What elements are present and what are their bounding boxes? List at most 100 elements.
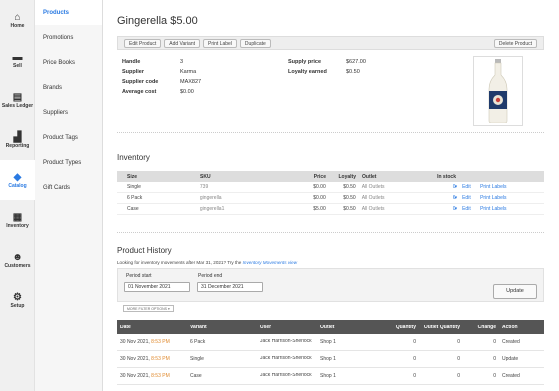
history-date-text: 30 Nov 2021, [120,356,150,362]
inventory-cell-sku: gingerella [199,195,222,201]
inventory-col-header[interactable]: SKU [197,174,293,180]
history-note: Looking for inventory movements after Ma… [117,260,297,265]
inventory-cell-print[interactable]: Print Labels [477,206,544,212]
history-table-header: Date Variant User Outlet Quantity Outlet Quan… [117,320,544,334]
history-cell-action: Created [499,373,544,379]
history-cell-user: Jack Harrison-Sherlock [257,339,317,345]
inventory-cell-outlet: All Outlets [361,206,385,212]
inventory-col-header[interactable]: In stock [419,174,459,180]
inventory-cell-stock[interactable]: 6 [419,195,459,201]
inventory-cell-print[interactable]: Print Labels [477,184,544,190]
history-col-header[interactable]: Quantity [383,325,419,330]
rail-item-inventory[interactable]: ▦ Inventory [0,200,35,240]
history-col-header[interactable]: User [257,325,317,330]
inventory-table: Size SKU Price Loyalty Outlet In stock Single… [117,171,544,215]
duplicate-button[interactable]: Duplicate [239,38,271,48]
catalog-icon: ◆ [13,171,22,183]
subnav-item-promotions[interactable]: Promotions [35,25,102,50]
subnav-item-product-tags[interactable]: Product Tags [35,125,102,150]
rail-item-setup[interactable]: ⚙ Setup [0,280,35,320]
history-action-text: Created [502,373,520,379]
detail-label: Loyalty earned [288,69,327,75]
update-button[interactable]: Update [493,284,537,299]
history-time-text: 8:53 PM [151,356,170,362]
chevron-down-icon[interactable]: ▾ [455,206,458,212]
history-filter-panel: Period start 01 November 2021 Period end… [117,268,544,302]
print-label-button[interactable]: Print Label [203,38,237,48]
detail-value: $627.00 [346,59,366,65]
period-end-label: Period end [198,273,223,279]
inventory-cell-loyalty: $0.50 [343,195,356,201]
setup-icon: ⚙ [13,291,22,303]
history-table: Date Variant User Outlet Quantity Outlet Quan… [117,320,544,385]
history-cell-action: Update [499,356,544,362]
subnav-item-gift-cards[interactable]: Gift Cards [35,175,102,200]
history-col-header[interactable]: Change [463,325,499,330]
subnav-item-price-books[interactable]: Price Books [35,50,102,75]
history-variant-text: Case [190,373,202,379]
primary-nav-rail: ⌂ Home ▬ Sell ▤ Sales Ledger ▟ Reporting ◆ Catalo… [0,0,35,391]
history-col-header[interactable]: Date [117,325,187,330]
detail-label: Handle [122,59,141,65]
history-cell-outlet: Shop 1 [317,373,383,379]
chevron-down-icon[interactable]: ▾ [455,184,458,190]
inventory-cell-edit[interactable]: Edit [459,195,477,201]
inventory-cell-outlet: All Outlets [361,195,385,201]
sales-ledger-icon: ▤ [12,91,23,103]
product-detail-main: Gingerella $5.00 Edit Product Add Varian… [103,0,559,391]
subnav-item-products[interactable]: Products [35,0,102,25]
inventory-col-header[interactable]: Loyalty [329,174,359,180]
detail-value: $0.50 [346,69,360,75]
history-cell-user: Jack Harrison-Sherlock [257,373,317,379]
history-cell-outlet: Shop 1 [317,356,383,362]
subnav-item-suppliers[interactable]: Suppliers [35,100,102,125]
rail-item-customers[interactable]: ☻ Customers [0,240,35,280]
inventory-cell-size: Single [127,184,141,190]
history-cell-change: 0 [463,339,499,345]
rail-item-home[interactable]: ⌂ Home [0,0,35,40]
history-col-header[interactable]: Outlet [317,325,383,330]
rail-item-label: Setup [10,302,25,309]
history-cell-oqty: 0 [419,339,463,345]
more-filter-options-button[interactable]: MORE FILTER OPTIONS ▾ [123,305,174,312]
history-qty-text: 0 [413,356,416,362]
inventory-cell-price: $5.00 [313,206,326,212]
inventory-cell-stock[interactable]: 0 [419,206,459,212]
inventory-col-header[interactable]: Size [117,174,197,180]
inventory-movements-link[interactable]: Inventory Movements view [243,260,297,265]
add-variant-button[interactable]: Add Variant [164,38,201,48]
inventory-col-header[interactable]: Price [293,174,329,180]
subnav-item-brands[interactable]: Brands [35,75,102,100]
period-start-input[interactable]: 01 November 2021 [124,282,190,292]
rail-item-sell[interactable]: ▬ Sell [0,40,35,80]
inventory-cell-sku: gingerella1 [199,206,225,212]
history-row: 30 Nov 2021, 8:53 PM 6 Pack Jack Harrison-… [117,334,544,351]
inventory-cell-print[interactable]: Print Labels [477,195,544,201]
history-cell-change: 0 [463,373,499,379]
inventory-cell-edit[interactable]: Edit [459,206,477,212]
inventory-cell-stock[interactable]: 0 [419,184,459,190]
history-note-text: Looking for inventory movements after Ma… [117,260,242,265]
inventory-col-header[interactable]: Outlet [359,174,419,180]
rail-item-sales-ledger[interactable]: ▤ Sales Ledger [0,80,35,120]
period-end-input[interactable]: 31 December 2021 [197,282,263,292]
detail-value: MAX827 [180,79,202,85]
catalog-subnav: Products Promotions Price Books Brands Suppl… [35,0,103,391]
divider [117,132,544,133]
rail-item-catalog[interactable]: ◆ Catalog [0,160,35,200]
inventory-cell-size: 6 Pack [127,195,143,201]
history-col-header[interactable]: Outlet Quantity [419,325,463,330]
chevron-down-icon[interactable]: ▾ [455,195,458,201]
edit-product-button[interactable]: Edit Product [124,38,162,48]
delete-product-button[interactable]: Delete Product [493,39,537,48]
history-col-header[interactable]: Action [499,325,544,330]
history-cell-variant: Single [187,356,257,362]
history-col-header[interactable]: Variant [187,325,257,330]
page-title: Gingerella $5.00 [117,15,198,27]
rail-item-reporting[interactable]: ▟ Reporting [0,120,35,160]
inventory-cell-edit[interactable]: Edit [459,184,477,190]
detail-label: Supplier code [122,79,159,85]
subnav-item-product-types[interactable]: Product Types [35,150,102,175]
history-cell-variant: 6 Pack [187,339,257,345]
inventory-cell-outlet: All Outlets [361,184,385,190]
